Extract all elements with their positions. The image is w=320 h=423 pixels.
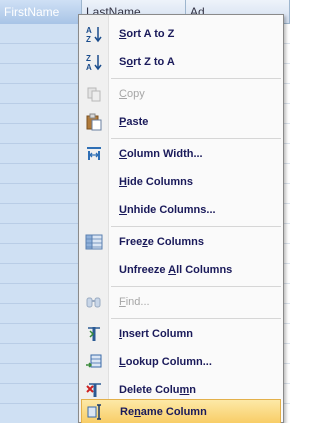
- menu-item-insert-column[interactable]: Insert Column: [81, 321, 281, 347]
- menu-item-label: Insert Column: [119, 328, 193, 340]
- menu-separator: [111, 78, 281, 79]
- lookup-column-icon: [81, 349, 107, 375]
- menu-item-paste[interactable]: Paste: [81, 109, 281, 135]
- svg-text:A: A: [86, 26, 92, 35]
- menu-item-label: Copy: [119, 88, 145, 100]
- menu-item-label: Sort Z to A: [119, 56, 175, 68]
- menu-item-label: Unhide Columns...: [119, 204, 216, 216]
- menu-item-hide-columns[interactable]: Hide Columns: [81, 169, 281, 195]
- selected-column-cells[interactable]: [0, 24, 82, 423]
- svg-text:A: A: [86, 63, 92, 71]
- freeze-columns-icon: [81, 229, 107, 255]
- column-context-menu: AZ Sort A to Z ZA Sort Z to A Copy Paste…: [78, 14, 284, 423]
- menu-item-label: Rename Column: [120, 406, 207, 418]
- rename-column-icon: [82, 399, 108, 423]
- find-icon: [81, 289, 107, 315]
- menu-item-label: Lookup Column...: [119, 356, 212, 368]
- menu-item-label: Find...: [119, 296, 150, 308]
- menu-separator: [111, 318, 281, 319]
- menu-item-column-width[interactable]: Column Width...: [81, 141, 281, 167]
- menu-item-find[interactable]: Find...: [81, 289, 281, 315]
- column-header-firstname[interactable]: FirstName: [0, 0, 82, 24]
- menu-item-unhide-columns[interactable]: Unhide Columns...: [81, 197, 281, 223]
- menu-item-lookup-column[interactable]: Lookup Column...: [81, 349, 281, 375]
- menu-item-label: Unfreeze All Columns: [119, 264, 233, 276]
- svg-text:Z: Z: [86, 54, 91, 63]
- menu-separator: [111, 138, 281, 139]
- sort-descending-icon: ZA: [81, 49, 107, 75]
- insert-column-icon: [81, 321, 107, 347]
- menu-item-label: Column Width...: [119, 148, 203, 160]
- menu-separator: [111, 226, 281, 227]
- copy-icon: [81, 81, 107, 107]
- menu-item-label: Delete Column: [119, 384, 197, 396]
- paste-icon: [81, 109, 107, 135]
- menu-item-unfreeze-all-columns[interactable]: Unfreeze All Columns: [81, 257, 281, 283]
- menu-item-copy[interactable]: Copy: [81, 81, 281, 107]
- menu-separator: [111, 286, 281, 287]
- menu-item-label: Freeze Columns: [119, 236, 204, 248]
- menu-item-label: Sort A to Z: [119, 28, 175, 40]
- menu-item-rename-column[interactable]: Rename Column: [81, 399, 281, 423]
- menu-item-sort-a-to-z[interactable]: AZ Sort A to Z: [81, 21, 281, 47]
- column-width-icon: [81, 141, 107, 167]
- menu-item-sort-z-to-a[interactable]: ZA Sort Z to A: [81, 49, 281, 75]
- sort-ascending-icon: AZ: [81, 21, 107, 47]
- svg-text:Z: Z: [86, 35, 91, 43]
- menu-item-freeze-columns[interactable]: Freeze Columns: [81, 229, 281, 255]
- menu-item-label: Paste: [119, 116, 149, 128]
- menu-item-label: Hide Columns: [119, 176, 193, 188]
